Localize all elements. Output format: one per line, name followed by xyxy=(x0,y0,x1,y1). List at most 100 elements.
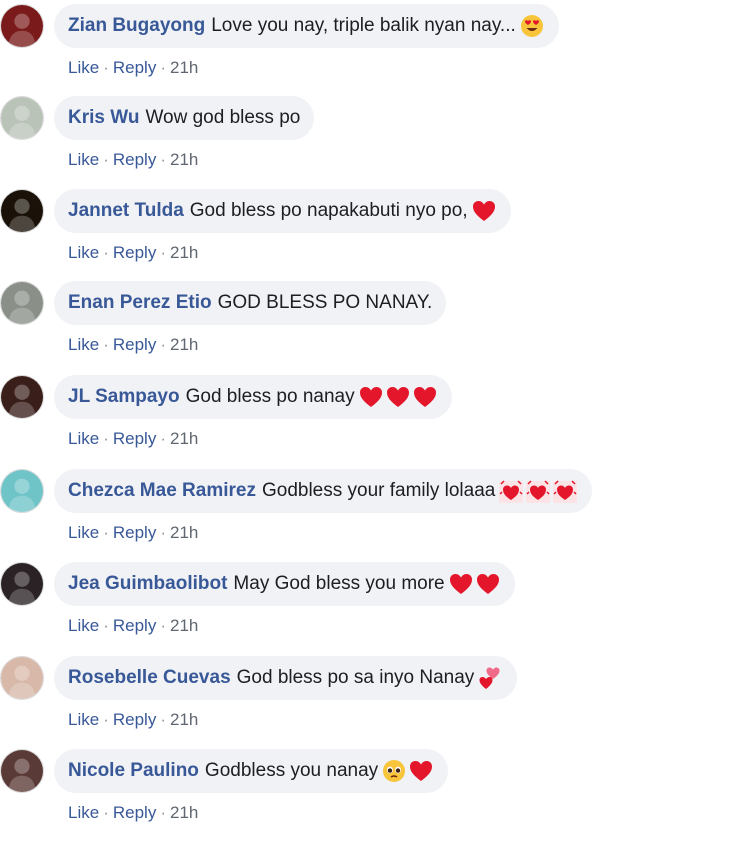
separator-dot: · xyxy=(103,335,109,354)
comment-text: GOD BLESS PO NANAY. xyxy=(217,292,433,313)
reply-link[interactable]: Reply xyxy=(113,710,156,729)
red-heart-icon xyxy=(471,198,497,224)
like-link[interactable]: Like xyxy=(68,803,99,822)
comment-item: Rosebelle Cuevas God bless po sa inyo Nan… xyxy=(0,656,750,750)
comment-text: May God bless you more xyxy=(233,573,445,594)
avatar[interactable] xyxy=(0,189,44,233)
comment-author-link[interactable]: Enan Perez Etio xyxy=(68,292,212,314)
like-link[interactable]: Like xyxy=(68,616,99,635)
comment-bubble: Zian Bugayong Love you nay, triple balik … xyxy=(54,4,559,48)
two-hearts-icon xyxy=(477,665,503,691)
comment-bubble: Enan Perez Etio GOD BLESS PO NANAY. xyxy=(54,281,447,325)
like-link[interactable]: Like xyxy=(68,243,99,262)
separator-dot: · xyxy=(103,150,109,169)
separator-dot: · xyxy=(103,243,109,262)
comment-item: Jea Guimbaolibot May God bless you more Li… xyxy=(0,562,750,656)
avatar[interactable] xyxy=(0,749,44,793)
red-heart-icon xyxy=(448,571,474,597)
comment-timestamp[interactable]: 21h xyxy=(170,243,198,262)
avatar[interactable] xyxy=(0,469,44,513)
comment-actions: Like · Reply · 21h xyxy=(68,243,198,263)
comment-timestamp[interactable]: 21h xyxy=(170,150,198,169)
comment-actions: Like · Reply · 21h xyxy=(68,523,198,543)
red-heart-icon xyxy=(475,571,501,597)
comment-actions: Like · Reply · 21h xyxy=(68,710,198,730)
separator-dot: · xyxy=(160,150,166,169)
separator-dot: · xyxy=(160,616,166,635)
emoji-group xyxy=(498,478,578,504)
avatar[interactable] xyxy=(0,656,44,700)
like-link[interactable]: Like xyxy=(68,710,99,729)
avatar[interactable] xyxy=(0,562,44,606)
separator-dot: · xyxy=(160,243,166,262)
comment-item: Jannet Tulda God bless po napakabuti nyo … xyxy=(0,189,750,283)
reply-link[interactable]: Reply xyxy=(113,429,156,448)
comment-bubble: Nicole Paulino Godbless you nanay xyxy=(54,749,449,793)
separator-dot: · xyxy=(160,523,166,542)
separator-dot: · xyxy=(160,58,166,77)
like-link[interactable]: Like xyxy=(68,150,99,169)
comment-author-link[interactable]: Kris Wu xyxy=(68,107,139,129)
comment-text: God bless po napakabuti nyo po, xyxy=(189,200,468,221)
comment-actions: Like · Reply · 21h xyxy=(68,429,198,449)
comment-timestamp[interactable]: 21h xyxy=(170,803,198,822)
heart-eyes-face-icon xyxy=(519,13,545,39)
reply-link[interactable]: Reply xyxy=(113,243,156,262)
comment-actions: Like · Reply · 21h xyxy=(68,616,198,636)
revolving-hearts-icon xyxy=(525,478,551,504)
red-heart-icon xyxy=(385,384,411,410)
like-link[interactable]: Like xyxy=(68,58,99,77)
comment-actions: Like · Reply · 21h xyxy=(68,335,198,355)
comment-author-link[interactable]: Rosebelle Cuevas xyxy=(68,667,231,689)
comment-author-link[interactable]: JL Sampayo xyxy=(68,386,180,408)
avatar[interactable] xyxy=(0,4,44,48)
comment-timestamp[interactable]: 21h xyxy=(170,58,198,77)
reply-link[interactable]: Reply xyxy=(113,616,156,635)
like-link[interactable]: Like xyxy=(68,429,99,448)
reply-link[interactable]: Reply xyxy=(113,803,156,822)
comment-author-link[interactable]: Zian Bugayong xyxy=(68,15,205,37)
separator-dot: · xyxy=(160,803,166,822)
separator-dot: · xyxy=(160,429,166,448)
comment-bubble: Jea Guimbaolibot May God bless you more xyxy=(54,562,515,606)
reply-link[interactable]: Reply xyxy=(113,523,156,542)
avatar[interactable] xyxy=(0,375,44,419)
comment-bubble: Chezca Mae Ramirez Godbless your family l… xyxy=(54,469,593,513)
comment-item: Nicole Paulino Godbless you nanay Like · Rep… xyxy=(0,749,750,843)
emoji-group xyxy=(471,198,497,224)
comment-author-link[interactable]: Nicole Paulino xyxy=(68,760,199,782)
avatar[interactable] xyxy=(0,281,44,325)
comment-author-link[interactable]: Jannet Tulda xyxy=(68,200,184,222)
comment-item: Zian Bugayong Love you nay, triple balik … xyxy=(0,4,750,98)
comment-text: God bless po sa inyo Nanay xyxy=(236,667,475,688)
separator-dot: · xyxy=(103,710,109,729)
separator-dot: · xyxy=(160,710,166,729)
comment-item: Enan Perez Etio GOD BLESS PO NANAY. Like · R… xyxy=(0,281,750,375)
like-link[interactable]: Like xyxy=(68,335,99,354)
like-link[interactable]: Like xyxy=(68,523,99,542)
comment-item: JL Sampayo God bless po nanay Like · Reply · 2… xyxy=(0,375,750,469)
comment-timestamp[interactable]: 21h xyxy=(170,616,198,635)
comment-author-link[interactable]: Jea Guimbaolibot xyxy=(68,573,227,595)
emoji-group xyxy=(448,571,501,597)
reply-link[interactable]: Reply xyxy=(113,58,156,77)
reply-link[interactable]: Reply xyxy=(113,335,156,354)
revolving-hearts-icon xyxy=(498,478,524,504)
separator-dot: · xyxy=(103,616,109,635)
reply-link[interactable]: Reply xyxy=(113,150,156,169)
comment-actions: Like · Reply · 21h xyxy=(68,150,198,170)
separator-dot: · xyxy=(103,803,109,822)
comment-timestamp[interactable]: 21h xyxy=(170,335,198,354)
emoji-group xyxy=(519,13,545,39)
comment-timestamp[interactable]: 21h xyxy=(170,429,198,448)
comment-author-link[interactable]: Chezca Mae Ramirez xyxy=(68,480,256,502)
avatar[interactable] xyxy=(0,96,44,140)
comment-text: Love you nay, triple balik nyan nay... xyxy=(211,15,516,36)
comment-bubble: Kris Wu Wow god bless po xyxy=(54,96,315,140)
separator-dot: · xyxy=(103,429,109,448)
comment-timestamp[interactable]: 21h xyxy=(170,710,198,729)
comment-bubble: JL Sampayo God bless po nanay xyxy=(54,375,452,419)
comment-timestamp[interactable]: 21h xyxy=(170,523,198,542)
red-heart-icon xyxy=(358,384,384,410)
separator-dot: · xyxy=(103,523,109,542)
